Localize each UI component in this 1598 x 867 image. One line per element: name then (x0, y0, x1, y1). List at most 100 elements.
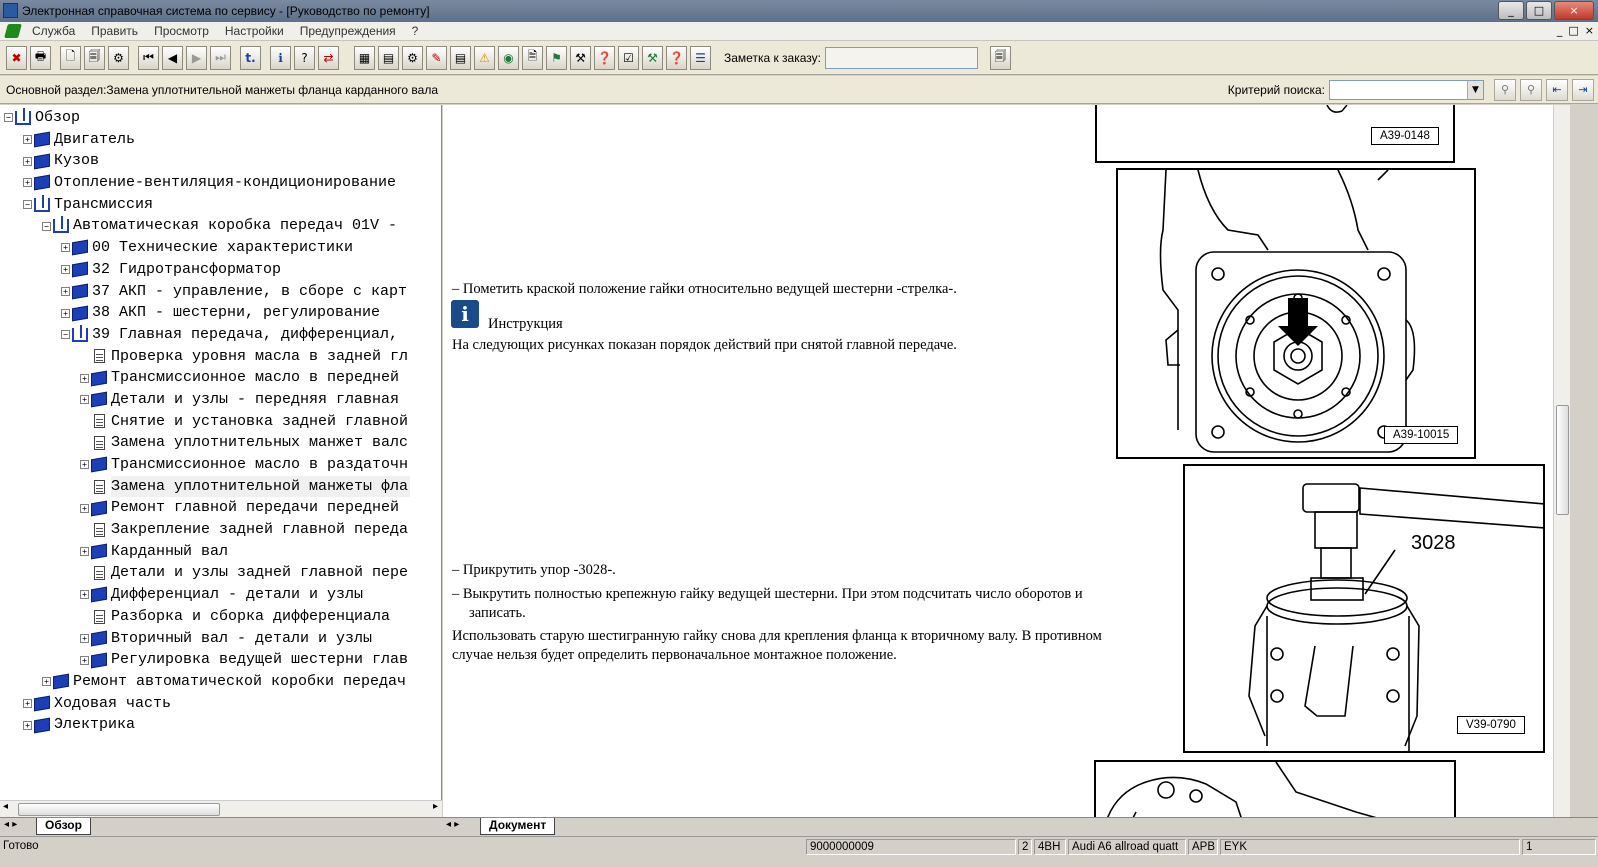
tree-item[interactable]: Детали и узлы задней главной пере (4, 562, 410, 584)
menu-service[interactable]: Служба (24, 24, 83, 38)
expand-node-icon[interactable]: + (61, 243, 70, 253)
collapse-icon[interactable]: ⇤ (1546, 79, 1568, 101)
expand-node-icon[interactable]: + (23, 156, 32, 166)
module-4-icon[interactable]: ✎ (426, 45, 447, 70)
tools-icon[interactable]: ⚒ (570, 45, 591, 70)
expand-node-icon[interactable]: + (23, 135, 32, 145)
module-5-icon[interactable]: ▤ (450, 45, 471, 70)
query-icon[interactable]: ❓ (594, 45, 615, 70)
repair-icon[interactable]: ⚒ (642, 45, 663, 70)
next-page-icon[interactable]: ▶ (186, 45, 207, 70)
text-icon[interactable]: t. (240, 45, 261, 70)
tree-item[interactable]: + Ремонт главной передачи передней (4, 497, 410, 519)
tab-scroll-arrows-right[interactable]: ◂ ▸ (446, 819, 459, 830)
module-9-icon[interactable]: ⚑ (546, 45, 567, 70)
module-1-icon[interactable]: ▦ (354, 45, 375, 70)
first-page-icon[interactable]: ⏮ (138, 45, 159, 70)
vehicle-icon[interactable]: ⚙ (108, 45, 129, 70)
collapse-node-icon[interactable]: − (23, 200, 32, 210)
minimize-button[interactable]: _ (1498, 1, 1524, 20)
tree-item[interactable]: Замена уплотнительных манжет валс (4, 432, 410, 454)
expand-node-icon[interactable]: + (80, 655, 89, 665)
search-icon[interactable]: ⚲ (1494, 79, 1516, 101)
exit-icon[interactable]: ✖ (6, 45, 27, 70)
list-icon[interactable]: ☰ (690, 45, 711, 70)
info-icon[interactable]: ℹ (270, 45, 291, 70)
tree-item[interactable]: + Электрика (4, 714, 410, 736)
expand-node-icon[interactable]: + (42, 677, 51, 687)
tree-item[interactable]: + Кузов (4, 150, 410, 172)
tree-item[interactable]: + Ремонт автоматической коробки передач (4, 671, 410, 693)
tab-scroll-arrows[interactable]: ◂ ▸ (4, 819, 17, 830)
tree-item[interactable]: Проверка уровня масла в задней гл (4, 346, 410, 368)
tree-item[interactable]: − 39 Главная передача, дифференциал, (4, 324, 410, 346)
print-icon[interactable]: 🖶 (30, 45, 51, 70)
prev-page-icon[interactable]: ◀ (162, 45, 183, 70)
module-2-icon[interactable]: ▤ (378, 45, 399, 70)
tree-item[interactable]: + Двигатель (4, 129, 410, 151)
scroll-thumb[interactable] (1556, 405, 1569, 515)
globe-icon[interactable]: ◉ (498, 45, 519, 70)
help-icon[interactable]: ? (294, 45, 315, 70)
maximize-button[interactable]: □ (1526, 1, 1552, 20)
search-next-icon[interactable]: ⚲ (1520, 79, 1542, 101)
tree-item[interactable]: − Обзор (4, 107, 410, 129)
close-button[interactable]: × (1554, 1, 1594, 20)
tab-document[interactable]: Документ (480, 818, 556, 835)
expand-node-icon[interactable]: + (80, 590, 89, 600)
expand-node-icon[interactable]: + (80, 395, 89, 405)
expand-node-icon[interactable]: + (80, 373, 89, 383)
expand-node-icon[interactable]: + (80, 633, 89, 643)
tree-item[interactable]: + Трансмиссионное масло в передней (4, 367, 410, 389)
collapse-node-icon[interactable]: − (42, 221, 51, 231)
menu-help[interactable]: ? (404, 24, 427, 38)
menu-view[interactable]: Просмотр (146, 24, 217, 38)
menu-edit[interactable]: Править (83, 24, 146, 38)
expand-node-icon[interactable]: + (61, 265, 70, 275)
expand-node-icon[interactable]: + (23, 178, 32, 188)
tree-item[interactable]: + Трансмиссионное масло в раздаточн (4, 454, 410, 476)
switch-icon[interactable]: ⇄ (318, 45, 339, 70)
tree-item[interactable]: + Вторичный вал - детали и узлы (4, 628, 410, 650)
app-menu-icon[interactable] (4, 24, 22, 38)
expand-icon[interactable]: ⇥ (1572, 79, 1594, 101)
order-note-button[interactable]: 🗐 (989, 45, 1011, 70)
tree-item[interactable]: + Ходовая часть (4, 693, 410, 715)
last-page-icon[interactable]: ⏭ (210, 45, 231, 70)
copy-doc-icon[interactable]: 🗐 (84, 45, 105, 70)
expand-node-icon[interactable]: + (80, 460, 89, 470)
expand-node-icon[interactable]: + (80, 503, 89, 513)
tree-item[interactable]: Разборка и сборка дифференциала (4, 606, 410, 628)
child-close-button[interactable]: × (1585, 24, 1594, 37)
tab-overview[interactable]: Обзор (36, 818, 91, 835)
module-8-icon[interactable]: 🗎 (522, 45, 543, 70)
collapse-node-icon[interactable]: − (61, 330, 70, 340)
warning-icon[interactable]: ⚠ (474, 45, 495, 70)
tree-item[interactable]: +37 АКП - управление, в сборе с карт (4, 281, 410, 303)
document-vertical-scrollbar[interactable] (1553, 105, 1570, 817)
module-3-icon[interactable]: ⚙ (402, 45, 423, 70)
tree-item[interactable]: + Карданный вал (4, 541, 410, 563)
menu-settings[interactable]: Настройки (217, 24, 292, 38)
expand-node-icon[interactable]: + (23, 698, 32, 708)
tree-item[interactable]: +32 Гидротрансформатор (4, 259, 410, 281)
menu-warnings[interactable]: Предупреждения (292, 24, 404, 38)
child-restore-button[interactable]: □ (1568, 24, 1578, 37)
tree-item[interactable]: Снятие и установка задней главной (4, 411, 410, 433)
checklist-icon[interactable]: ☑ (618, 45, 639, 70)
new-doc-icon[interactable]: 🗋 (60, 45, 81, 70)
tree-item[interactable]: Замена уплотнительной манжеты фла (4, 475, 411, 498)
tree-item[interactable]: − Автоматическая коробка передач 01V - (4, 215, 410, 237)
child-minimize-button[interactable]: _ (1557, 24, 1563, 37)
scroll-left-icon[interactable]: ◂ (3, 801, 8, 812)
order-note-input[interactable] (824, 46, 978, 69)
tree-item[interactable]: + Регулировка ведущей шестерни глав (4, 649, 410, 671)
expand-node-icon[interactable]: + (23, 720, 32, 730)
tree-item[interactable]: +38 АКП - шестерни, регулирование (4, 302, 410, 324)
tree-horizontal-scrollbar[interactable]: ◂ ▸ (0, 800, 442, 817)
tree-item[interactable]: Закрепление задней главной переда (4, 519, 410, 541)
tree-item[interactable]: +00 Технические характеристики (4, 237, 410, 259)
expand-node-icon[interactable]: + (80, 547, 89, 557)
expand-node-icon[interactable]: + (61, 286, 70, 296)
tree-item[interactable]: + Детали и узлы - передняя главная (4, 389, 410, 411)
